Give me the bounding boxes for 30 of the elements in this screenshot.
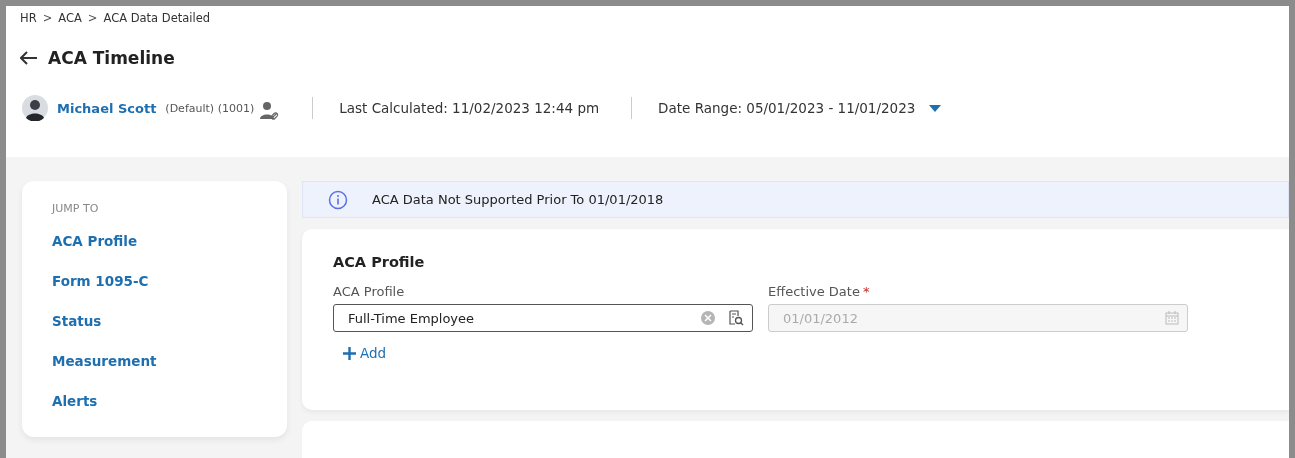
jump-to-heading: JUMP TO bbox=[52, 202, 100, 215]
info-icon bbox=[328, 189, 348, 210]
field-label: Effective Date bbox=[768, 284, 860, 299]
employee-name-link[interactable]: Michael Scott bbox=[57, 100, 157, 116]
person-link-icon[interactable] bbox=[260, 101, 281, 121]
date-range-dropdown[interactable]: Date Range: 05/01/2023 - 11/01/2023 bbox=[658, 100, 942, 116]
breadcrumb-separator: > bbox=[42, 11, 53, 25]
jump-to-link[interactable]: ACA Profile bbox=[52, 233, 287, 273]
lookup-icon[interactable] bbox=[728, 310, 744, 326]
breadcrumb-current: ACA Data Detailed bbox=[103, 11, 211, 25]
breadcrumb-link[interactable]: HR bbox=[20, 11, 37, 25]
notice-text: ACA Data Not Supported Prior To 01/01/2018 bbox=[372, 192, 664, 207]
jump-to-link[interactable]: Form 1095-C bbox=[52, 273, 287, 313]
caret-icon bbox=[929, 104, 942, 112]
breadcrumb-separator: > bbox=[87, 11, 98, 25]
add-button[interactable]: Add bbox=[343, 345, 387, 361]
required-mark: * bbox=[862, 284, 870, 299]
page-title: ACA Timeline bbox=[48, 48, 175, 68]
last-calculated: Last Calculated: 11/02/2023 12:44 pm bbox=[339, 100, 600, 116]
card-title: ACA Profile bbox=[333, 254, 426, 270]
avatar-icon bbox=[22, 95, 48, 121]
breadcrumb-link[interactable]: ACA bbox=[58, 11, 82, 25]
jump-to-link[interactable]: Alerts bbox=[52, 393, 287, 433]
jump-to-link[interactable]: Measurement bbox=[52, 353, 287, 393]
jump-to-link[interactable]: Status bbox=[52, 313, 287, 353]
back-arrow-icon[interactable] bbox=[20, 51, 38, 65]
plus-icon bbox=[343, 346, 356, 360]
field-label: ACA Profile bbox=[333, 284, 405, 299]
input-field[interactable]: Full-Time Employee bbox=[333, 304, 753, 332]
employee-detail: (Default) (1001) bbox=[165, 101, 255, 115]
